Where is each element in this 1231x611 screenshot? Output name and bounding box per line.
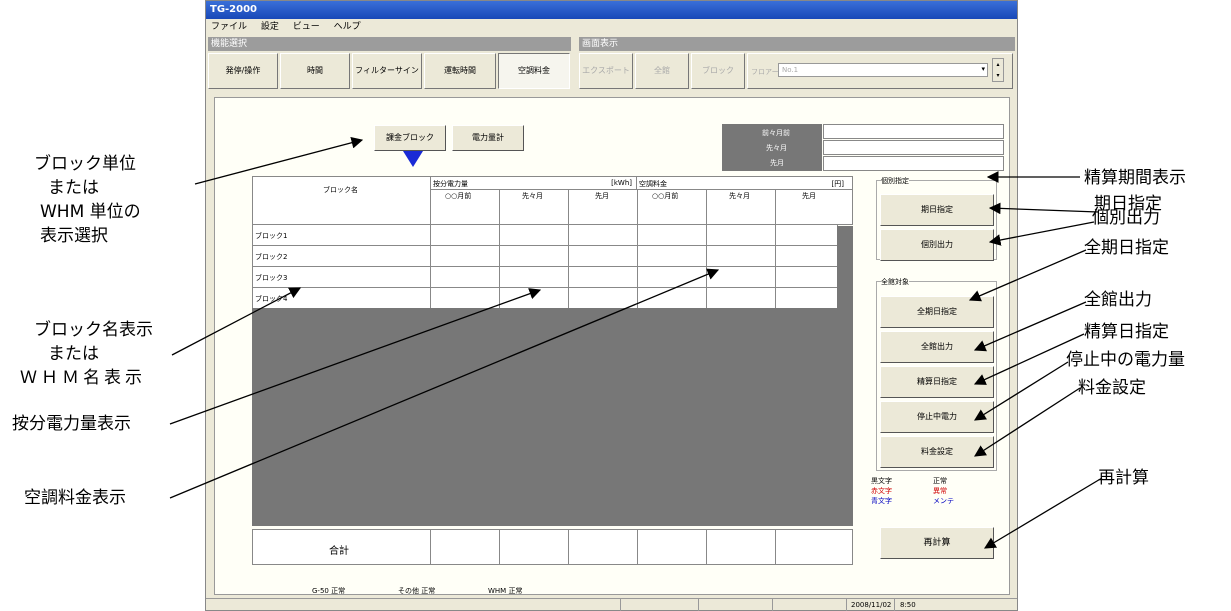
arrow-settle <box>973 333 1085 385</box>
arrow-fee <box>169 268 720 499</box>
arrow-power <box>169 288 542 425</box>
arrow-all-date <box>968 249 1087 302</box>
arrow-output <box>988 221 1095 246</box>
annotation-arrows <box>169 137 1103 549</box>
arrow-block-select <box>194 137 364 185</box>
arrow-all-output <box>973 301 1087 352</box>
arrow-fee-setting <box>974 387 1081 457</box>
arrow-date <box>988 202 1099 215</box>
arrow-stop <box>974 361 1069 421</box>
arrow-recalc <box>983 477 1103 549</box>
arrow-block-name <box>171 287 302 356</box>
